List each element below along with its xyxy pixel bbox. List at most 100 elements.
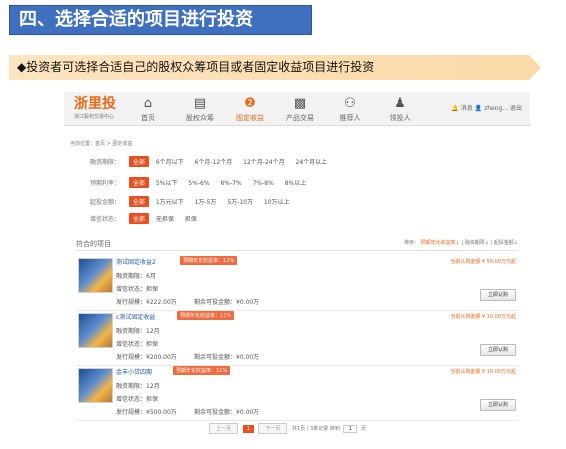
project-thumbnail[interactable] [78,313,113,348]
nav-label: 产品交易 [286,114,314,122]
logo-subtitle: 浙江股权交易中心 [74,114,115,120]
user-area: 🔔 消息 👤 zheng... 退出 [451,103,522,112]
project-credit: 增信状态：担保 [116,396,159,403]
project-min-amount: 当前认购金额 ¥ 10.00万元起 [450,314,516,320]
sort-prefix: 排序： [404,240,420,246]
home-icon: ⌂ [143,96,153,111]
people-icon: ⚇ [344,96,356,111]
project-credit: 增信状态：担保 [116,341,159,348]
trading-icon: ▩ [293,96,307,111]
filter-rate: 预期利率： 全部 5%以下 5%-6% 6%-7% 7%-8% 8%以上 [90,177,315,188]
project-name[interactable]: 金丰小贷四期 [116,367,152,376]
sort-rate[interactable]: 预期年化收益率↓ [421,240,460,246]
subscribe-button[interactable]: 立即认购 [480,344,516,356]
project-thumbnail[interactable] [78,258,113,293]
goto-page-input[interactable]: 1 [343,425,358,433]
nav-label: 推荐人 [339,114,361,122]
sort-term[interactable]: 融资期限↓ [465,240,489,246]
filter-option[interactable]: 24个月以上 [296,157,328,166]
prev-page-button[interactable]: 上一页 [209,423,239,434]
username-link[interactable]: zheng... [484,105,508,112]
filter-option[interactable]: 1万元以下 [156,197,184,206]
top-navbar: 浙里投 浙江股权交易中心 ⌂ 首页 ▤ 股权众筹 ❷ 固定收益 ▩ 产品交易 ⚇… [64,92,530,126]
person-icon: ♟ [394,96,406,111]
goto-label: 转到 [329,426,340,432]
nav-label: 固定收益 [236,114,264,122]
filter-option[interactable]: 7%-8% [253,180,274,187]
project-remaining: 剩余可投金额：¥0.00万 [194,354,260,361]
project-credit: 增信状态：担保 [116,286,159,293]
filter-option[interactable]: 8%以上 [285,178,307,187]
filter-option[interactable]: 12个月-24个月 [243,157,284,166]
nav-product-trading[interactable]: ▩ 产品交易 [278,95,322,125]
filter-all[interactable]: 全部 [128,156,149,167]
nav-label: 领投人 [389,114,411,122]
user-icon: 👤 [474,105,483,112]
messages-link[interactable]: 消息 [461,105,473,112]
breadcrumb: 当前位置：首页 > 固定收益 [70,141,133,147]
rate-badge: 预期年化收益率：11% [173,366,231,375]
subscribe-button[interactable]: 立即认购 [480,289,516,301]
next-page-button[interactable]: 下一页 [258,423,288,434]
filter-label: 融资期限： [90,159,121,166]
nav-label: 首页 [141,114,155,122]
coins-icon: ❷ [244,96,256,111]
filter-option[interactable]: 1万-5万 [195,197,217,206]
slide-bullet: ◆投资者可选择合适自己的股权众筹项目或者固定收益项目进行投资 [9,55,541,80]
filter-option[interactable]: 5%-6% [188,180,209,187]
filter-option[interactable]: 6%-7% [220,180,241,187]
filter-min-amount: 起投金额： 全部 1万元以下 1万-5万 5万-10万 10万以上 [90,196,299,207]
slide-title: 四、选择合适的项目进行投资 [9,5,312,35]
rate-badge: 预期年化收益率：11% [177,311,235,320]
project-min-amount: 当前认购金额 ¥ 50.00万元起 [450,259,516,265]
nav-fixed-income[interactable]: ❷ 固定收益 [228,95,272,125]
project-remaining: 剩余可投金额：¥0.00万 [194,299,260,306]
project-list-header: 符合的项目 排序： 预期年化收益率↓ | 融资期限↓ | 起投金额↓ [76,239,518,251]
page-info: 共1页 / 3条记录 [292,426,329,432]
project-term: 融资期限：12月 [116,383,160,390]
logo-text: 浙里投 [74,96,116,112]
nav-equity-crowdfunding[interactable]: ▤ 股权众筹 [178,95,222,125]
rate-badge: 预期年化收益率：12% [180,256,238,265]
filter-option[interactable]: 担保 [185,214,197,223]
project-item: 金丰小贷四期 预期年化收益率：11% 融资期限：12月 增信状态：担保 发行规模… [76,366,518,421]
project-name[interactable]: c测试固定收益 [116,312,155,321]
nav-home[interactable]: ⌂ 首页 [126,95,170,125]
nav-lead-investor[interactable]: ♟ 领投人 [378,95,422,125]
project-thumbnail[interactable] [78,368,113,403]
sort-bar: 排序： 预期年化收益率↓ | 融资期限↓ | 起投金额↓ [404,240,518,246]
current-page[interactable]: 1 [242,425,254,433]
filter-option[interactable]: 无担保 [156,214,174,223]
project-item: c测试固定收益 预期年化收益率：11% 融资期限：12月 增信状态：担保 发行规… [76,311,518,366]
project-min-amount: 当前认购金额 ¥ 10.00万元起 [450,369,516,375]
project-item: 测试固定收益2 预期年化收益率：12% 融资期限：6月 增信状态：担保 发行规模… [76,256,518,311]
project-scale: 发行规模：¥200.00万 [116,354,177,361]
project-name[interactable]: 测试固定收益2 [116,257,156,266]
page-unit: 页 [361,426,367,432]
filter-term: 融资期限： 全部 6个月以下 6个月-12个月 12个月-24个月 24个月以上 [90,156,336,167]
filter-all[interactable]: 全部 [128,177,149,188]
filter-option[interactable]: 6个月-12个月 [195,157,233,166]
nav-label: 股权众筹 [186,114,214,122]
filter-option[interactable]: 5%以下 [156,178,178,187]
filter-option[interactable]: 6个月以下 [156,157,184,166]
filter-label: 预期利率： [90,180,121,187]
project-scale: 发行规模：¥500.00万 [116,409,177,416]
filter-option[interactable]: 10万以上 [264,197,290,206]
filter-label: 增信状态： [90,216,121,223]
sort-amount[interactable]: 起投金额↓ [494,240,518,246]
logout-link[interactable]: 退出 [510,105,522,112]
project-term: 融资期限：12月 [116,328,160,335]
subscribe-button[interactable]: 立即认购 [480,399,516,411]
chart-icon: ▤ [193,96,207,111]
nav-referrer[interactable]: ⚇ 推荐人 [328,95,372,125]
filter-option[interactable]: 5万-10万 [227,197,253,206]
filter-all[interactable]: 全部 [128,213,149,224]
filter-all[interactable]: 全部 [128,196,149,207]
section-title: 符合的项目 [76,240,111,248]
project-term: 融资期限：6月 [116,273,156,280]
pagination: 上一页 1 下一页 共1页 / 3条记录 转到 1 页 [209,423,366,434]
filter-label: 起投金额： [90,199,121,206]
site-logo[interactable]: 浙里投 浙江股权交易中心 [74,95,128,123]
website-screenshot: 浙里投 浙江股权交易中心 ⌂ 首页 ▤ 股权众筹 ❷ 固定收益 ▩ 产品交易 ⚇… [64,92,530,440]
